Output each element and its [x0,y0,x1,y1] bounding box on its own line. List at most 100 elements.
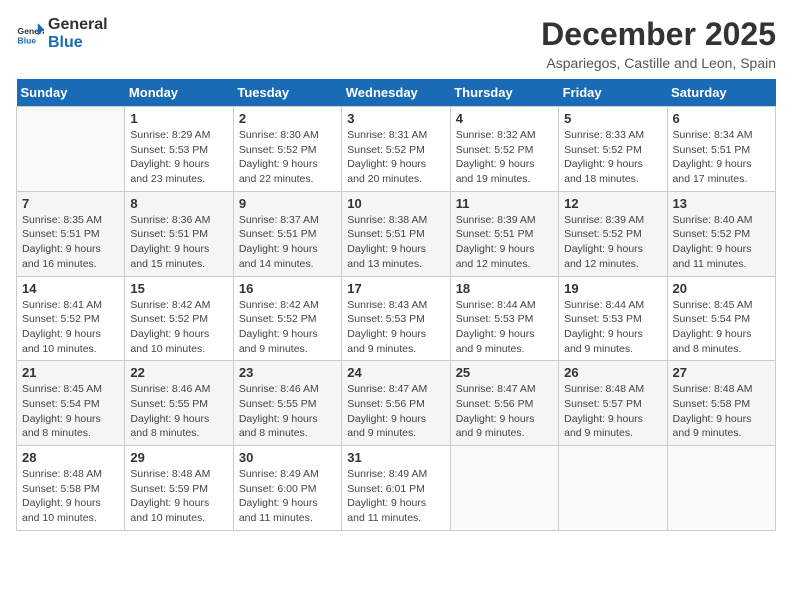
day-number: 15 [130,281,227,296]
day-number: 3 [347,111,444,126]
location: Aspariegos, Castille and Leon, Spain [541,55,776,71]
calendar-week: 14 Sunrise: 8:41 AM Sunset: 5:52 PM Dayli… [17,276,776,361]
header-day: Sunday [17,79,125,107]
calendar-cell: 13 Sunrise: 8:40 AM Sunset: 5:52 PM Dayli… [667,191,775,276]
day-number: 12 [564,196,661,211]
title-block: December 2025 Aspariegos, Castille and L… [541,16,776,71]
calendar-week: 1Sunrise: 8:29 AM Sunset: 5:53 PM Daylig… [17,107,776,192]
calendar-cell: 27 Sunrise: 8:48 AM Sunset: 5:58 PM Dayli… [667,361,775,446]
day-info: Sunrise: 8:33 AM Sunset: 5:52 PM Dayligh… [564,128,661,187]
day-info: Sunrise: 8:34 AM Sunset: 5:51 PM Dayligh… [673,128,770,187]
day-number: 14 [22,281,119,296]
day-number: 4 [456,111,553,126]
calendar-cell: 26 Sunrise: 8:48 AM Sunset: 5:57 PM Dayli… [559,361,667,446]
day-number: 8 [130,196,227,211]
logo: General Blue General Blue [16,16,108,51]
calendar-cell: 10Sunrise: 8:38 AM Sunset: 5:51 PM Dayli… [342,191,450,276]
day-number: 30 [239,450,336,465]
header-day: Thursday [450,79,558,107]
day-info: Sunrise: 8:32 AM Sunset: 5:52 PM Dayligh… [456,128,553,187]
calendar-week: 21 Sunrise: 8:45 AM Sunset: 5:54 PM Dayli… [17,361,776,446]
day-info: Sunrise: 8:30 AM Sunset: 5:52 PM Dayligh… [239,128,336,187]
svg-text:Blue: Blue [18,35,37,45]
header-row: SundayMondayTuesdayWednesdayThursdayFrid… [17,79,776,107]
calendar-cell: 2 Sunrise: 8:30 AM Sunset: 5:52 PM Daylig… [233,107,341,192]
day-number: 26 [564,365,661,380]
calendar-cell: 25 Sunrise: 8:47 AM Sunset: 5:56 PM Dayli… [450,361,558,446]
header-day: Monday [125,79,233,107]
day-info: Sunrise: 8:46 AM Sunset: 5:55 PM Dayligh… [130,382,227,441]
day-number: 22 [130,365,227,380]
calendar-cell [559,446,667,531]
month-title: December 2025 [541,16,776,53]
calendar-cell: 8 Sunrise: 8:36 AM Sunset: 5:51 PM Daylig… [125,191,233,276]
calendar-cell [667,446,775,531]
header-day: Friday [559,79,667,107]
day-info: Sunrise: 8:46 AM Sunset: 5:55 PM Dayligh… [239,382,336,441]
day-info: Sunrise: 8:45 AM Sunset: 5:54 PM Dayligh… [22,382,119,441]
day-info: Sunrise: 8:47 AM Sunset: 5:56 PM Dayligh… [456,382,553,441]
logo-line1: General [48,16,108,34]
calendar-cell: 3 Sunrise: 8:31 AM Sunset: 5:52 PM Daylig… [342,107,450,192]
day-number: 28 [22,450,119,465]
day-info: Sunrise: 8:39 AM Sunset: 5:52 PM Dayligh… [564,213,661,272]
calendar-table: SundayMondayTuesdayWednesdayThursdayFrid… [16,79,776,531]
day-number: 13 [673,196,770,211]
calendar-cell [450,446,558,531]
calendar-cell: 19Sunrise: 8:44 AM Sunset: 5:53 PM Dayli… [559,276,667,361]
day-info: Sunrise: 8:43 AM Sunset: 5:53 PM Dayligh… [347,298,444,357]
calendar-cell: 28Sunrise: 8:48 AM Sunset: 5:58 PM Dayli… [17,446,125,531]
day-info: Sunrise: 8:48 AM Sunset: 5:57 PM Dayligh… [564,382,661,441]
day-number: 23 [239,365,336,380]
calendar-week: 7Sunrise: 8:35 AM Sunset: 5:51 PM Daylig… [17,191,776,276]
day-number: 11 [456,196,553,211]
calendar-cell: 30 Sunrise: 8:49 AM Sunset: 6:00 PM Dayli… [233,446,341,531]
day-number: 25 [456,365,553,380]
day-number: 21 [22,365,119,380]
calendar-cell [17,107,125,192]
day-info: Sunrise: 8:45 AM Sunset: 5:54 PM Dayligh… [673,298,770,357]
header-day: Tuesday [233,79,341,107]
day-info: Sunrise: 8:47 AM Sunset: 5:56 PM Dayligh… [347,382,444,441]
day-number: 9 [239,196,336,211]
day-info: Sunrise: 8:31 AM Sunset: 5:52 PM Dayligh… [347,128,444,187]
day-number: 2 [239,111,336,126]
calendar-cell: 31Sunrise: 8:49 AM Sunset: 6:01 PM Dayli… [342,446,450,531]
header-day: Wednesday [342,79,450,107]
day-info: Sunrise: 8:48 AM Sunset: 5:58 PM Dayligh… [673,382,770,441]
day-number: 18 [456,281,553,296]
day-number: 19 [564,281,661,296]
page-header: General Blue General Blue December 2025 … [16,16,776,71]
logo-line2: Blue [48,34,108,52]
calendar-cell: 1Sunrise: 8:29 AM Sunset: 5:53 PM Daylig… [125,107,233,192]
calendar-cell: 9 Sunrise: 8:37 AM Sunset: 5:51 PM Daylig… [233,191,341,276]
day-number: 20 [673,281,770,296]
day-info: Sunrise: 8:49 AM Sunset: 6:00 PM Dayligh… [239,467,336,526]
day-info: Sunrise: 8:49 AM Sunset: 6:01 PM Dayligh… [347,467,444,526]
calendar-cell: 21 Sunrise: 8:45 AM Sunset: 5:54 PM Dayli… [17,361,125,446]
calendar-cell: 14 Sunrise: 8:41 AM Sunset: 5:52 PM Dayli… [17,276,125,361]
day-number: 7 [22,196,119,211]
day-info: Sunrise: 8:41 AM Sunset: 5:52 PM Dayligh… [22,298,119,357]
calendar-cell: 20 Sunrise: 8:45 AM Sunset: 5:54 PM Dayli… [667,276,775,361]
day-info: Sunrise: 8:40 AM Sunset: 5:52 PM Dayligh… [673,213,770,272]
calendar-cell: 17 Sunrise: 8:43 AM Sunset: 5:53 PM Dayli… [342,276,450,361]
day-number: 27 [673,365,770,380]
day-info: Sunrise: 8:36 AM Sunset: 5:51 PM Dayligh… [130,213,227,272]
day-number: 17 [347,281,444,296]
day-info: Sunrise: 8:37 AM Sunset: 5:51 PM Dayligh… [239,213,336,272]
calendar-cell: 18Sunrise: 8:44 AM Sunset: 5:53 PM Dayli… [450,276,558,361]
calendar-cell: 23 Sunrise: 8:46 AM Sunset: 5:55 PM Dayli… [233,361,341,446]
calendar-cell: 4 Sunrise: 8:32 AM Sunset: 5:52 PM Daylig… [450,107,558,192]
header-day: Saturday [667,79,775,107]
day-info: Sunrise: 8:39 AM Sunset: 5:51 PM Dayligh… [456,213,553,272]
calendar-cell: 12 Sunrise: 8:39 AM Sunset: 5:52 PM Dayli… [559,191,667,276]
day-number: 6 [673,111,770,126]
day-info: Sunrise: 8:48 AM Sunset: 5:59 PM Dayligh… [130,467,227,526]
calendar-week: 28Sunrise: 8:48 AM Sunset: 5:58 PM Dayli… [17,446,776,531]
day-number: 29 [130,450,227,465]
calendar-cell: 5Sunrise: 8:33 AM Sunset: 5:52 PM Daylig… [559,107,667,192]
day-info: Sunrise: 8:29 AM Sunset: 5:53 PM Dayligh… [130,128,227,187]
calendar-cell: 11 Sunrise: 8:39 AM Sunset: 5:51 PM Dayli… [450,191,558,276]
day-info: Sunrise: 8:42 AM Sunset: 5:52 PM Dayligh… [130,298,227,357]
